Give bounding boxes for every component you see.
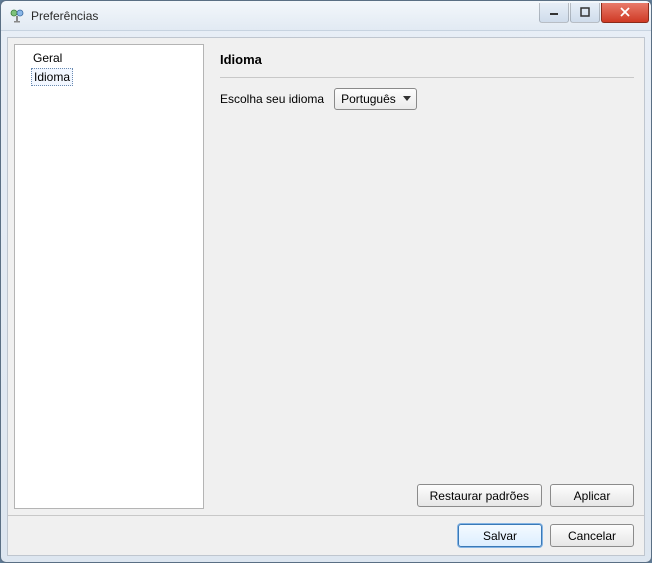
sidebar-item-label: Idioma xyxy=(31,68,73,86)
content: Geral Idioma Idioma Escolha seu idioma P… xyxy=(7,37,645,556)
language-select-value: Português xyxy=(341,92,396,106)
app-icon xyxy=(9,8,25,24)
maximize-button[interactable] xyxy=(570,3,600,23)
sidebar-item-label: Geral xyxy=(31,50,64,66)
restore-defaults-button[interactable]: Restaurar padrões xyxy=(417,484,542,507)
sidebar: Geral Idioma xyxy=(14,44,204,509)
save-button[interactable]: Salvar xyxy=(458,524,542,547)
sidebar-item-geral[interactable]: Geral xyxy=(15,49,203,67)
preferences-window: Preferências Geral Idiom xyxy=(0,0,652,563)
window-controls xyxy=(539,3,649,23)
body: Geral Idioma Idioma Escolha seu idioma P… xyxy=(8,38,644,515)
dialog-footer: Salvar Cancelar xyxy=(8,515,644,555)
chevron-down-icon xyxy=(402,96,412,102)
language-label: Escolha seu idioma xyxy=(220,92,324,106)
window-title: Preferências xyxy=(31,9,539,23)
panel-footer: Restaurar padrões Aplicar xyxy=(220,480,634,509)
minimize-button[interactable] xyxy=(539,3,569,23)
close-button[interactable] xyxy=(601,3,649,23)
apply-button[interactable]: Aplicar xyxy=(550,484,634,507)
spacer xyxy=(220,110,634,480)
cancel-button[interactable]: Cancelar xyxy=(550,524,634,547)
page-heading: Idioma xyxy=(220,46,634,78)
language-select[interactable]: Português xyxy=(334,88,417,110)
language-row: Escolha seu idioma Português xyxy=(220,88,634,110)
main-panel: Idioma Escolha seu idioma Português Rest… xyxy=(204,38,644,515)
titlebar[interactable]: Preferências xyxy=(1,1,651,31)
sidebar-item-idioma[interactable]: Idioma xyxy=(15,67,203,87)
